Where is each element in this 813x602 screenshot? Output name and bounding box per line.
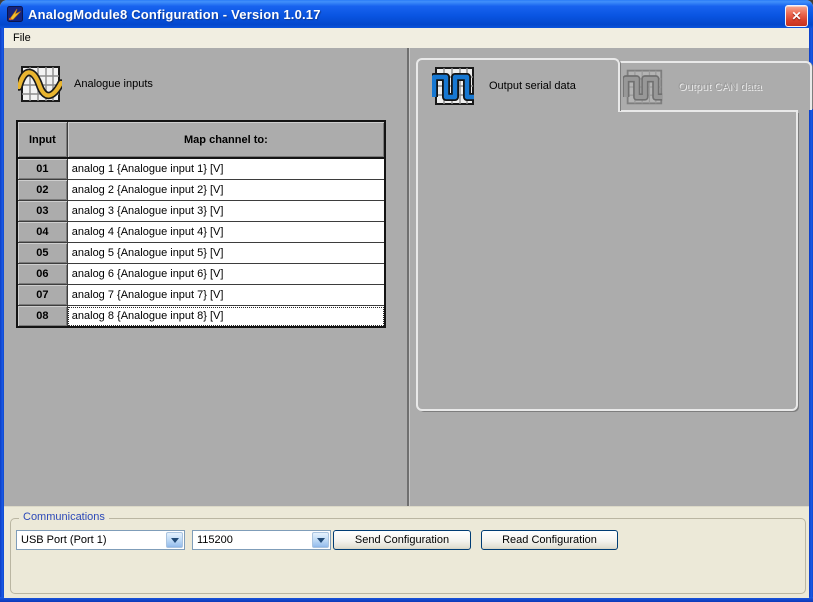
communications-label: Communications [19, 511, 109, 523]
input-number-cell: 01 [17, 158, 67, 180]
map-channel-cell[interactable]: analog 3 {Analogue input 3} [V] [67, 201, 385, 222]
app-window: AnalogModule8 Configuration - Version 1.… [0, 0, 813, 602]
table-row: 04analog 4 {Analogue input 4} [V] [17, 222, 385, 243]
map-channel-cell[interactable]: analog 8 {Analogue input 8} [V] [67, 306, 385, 328]
input-number-cell: 02 [17, 180, 67, 201]
serial-wave-icon [432, 64, 476, 108]
can-wave-icon [623, 67, 665, 107]
table-row: 03analog 3 {Analogue input 3} [V] [17, 201, 385, 222]
map-channel-cell[interactable]: analog 1 {Analogue input 1} [V] [67, 158, 385, 180]
map-channel-cell[interactable]: analog 7 {Analogue input 7} [V] [67, 285, 385, 306]
window-title: AnalogModule8 Configuration - Version 1.… [28, 7, 321, 22]
map-channel-cell[interactable]: analog 5 {Analogue input 5} [V] [67, 243, 385, 264]
read-configuration-button[interactable]: Read Configuration [481, 530, 618, 550]
map-channel-cell[interactable]: analog 4 {Analogue input 4} [V] [67, 222, 385, 243]
table-row: 02analog 2 {Analogue input 2} [V] [17, 180, 385, 201]
panel-divider [407, 48, 409, 506]
tab-output-serial-data[interactable]: Output serial data [416, 58, 620, 112]
menu-file[interactable]: File [4, 30, 40, 46]
input-number-cell: 06 [17, 264, 67, 285]
close-button[interactable]: ✕ [785, 5, 808, 27]
baud-rate-value: 115200 [197, 534, 233, 546]
baud-rate-dropdown-button[interactable] [312, 532, 329, 548]
map-channel-cell[interactable]: analog 2 {Analogue input 2} [V] [67, 180, 385, 201]
analogue-inputs-icon [18, 62, 62, 106]
window-border-right [809, 28, 813, 602]
table-header-row: Input Map channel to: [17, 121, 385, 158]
input-number-cell: 05 [17, 243, 67, 264]
serial-data-tab-page [416, 110, 798, 411]
analogue-inputs-label: Analogue inputs [74, 78, 153, 90]
table-row: 07analog 7 {Analogue input 7} [V] [17, 285, 385, 306]
port-select[interactable]: USB Port (Port 1) [16, 530, 185, 550]
analogue-inputs-table: Input Map channel to: 01analog 1 {Analog… [16, 120, 386, 328]
input-number-cell: 04 [17, 222, 67, 243]
title-bar: AnalogModule8 Configuration - Version 1.… [0, 0, 813, 28]
input-column-header: Input [17, 121, 67, 158]
table-row: 05analog 5 {Analogue input 5} [V] [17, 243, 385, 264]
table-row: 01analog 1 {Analogue input 1} [V] [17, 158, 385, 180]
tab-output-serial-label: Output serial data [489, 80, 576, 92]
app-icon [7, 6, 23, 22]
chevron-down-icon [171, 538, 179, 543]
map-channel-cell[interactable]: analog 6 {Analogue input 6} [V] [67, 264, 385, 285]
tab-output-can-label: Output CAN data [678, 81, 762, 93]
analogue-inputs-header: Analogue inputs [18, 62, 153, 106]
input-map-table-body: 01analog 1 {Analogue input 1} [V]02analo… [17, 158, 385, 327]
send-configuration-button[interactable]: Send Configuration [333, 530, 471, 550]
input-number-cell: 03 [17, 201, 67, 222]
map-channel-column-header: Map channel to: [67, 121, 385, 158]
table-row: 06analog 6 {Analogue input 6} [V] [17, 264, 385, 285]
input-number-cell: 08 [17, 306, 67, 328]
input-number-cell: 07 [17, 285, 67, 306]
tab-output-can-data: Output CAN data [607, 61, 812, 110]
port-select-value: USB Port (Port 1) [21, 534, 107, 546]
baud-rate-select[interactable]: 115200 [192, 530, 331, 550]
chevron-down-icon [317, 538, 325, 543]
table-row: 08analog 8 {Analogue input 8} [V] [17, 306, 385, 328]
menu-bar: File [4, 28, 809, 48]
port-select-dropdown-button[interactable] [166, 532, 183, 548]
